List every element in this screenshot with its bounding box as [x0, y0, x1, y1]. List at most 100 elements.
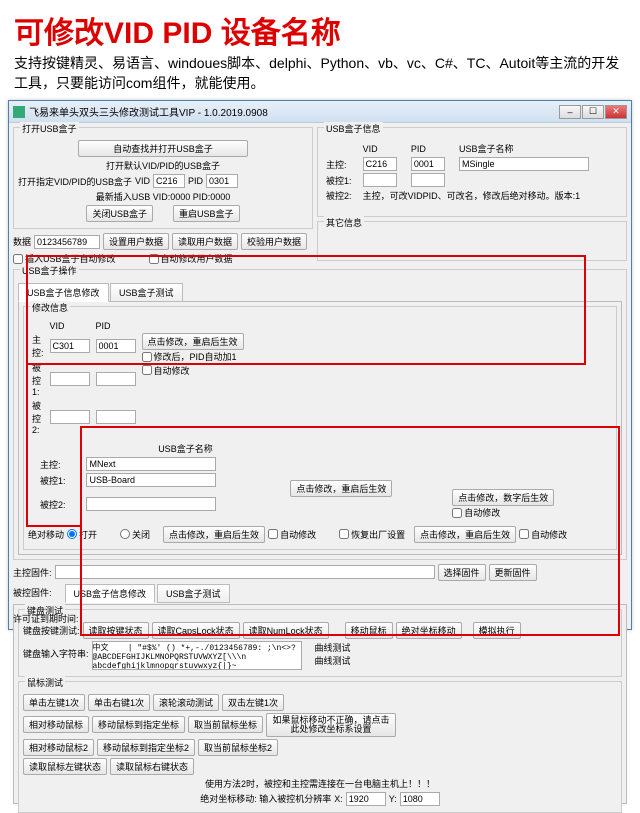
close-usb-button[interactable]: 关闭USB盒子 [86, 205, 153, 222]
tab-edit[interactable]: USB盒子信息修改 [18, 283, 109, 302]
auto-userdata-checkbox[interactable]: 自动修改用户数据 [149, 252, 233, 265]
window-title: 飞易来单头双头三头修改测试工具VIP - 1.0.2019.0908 [29, 104, 268, 119]
dclick-button[interactable]: 双击左键1次 [222, 694, 284, 711]
permit-label: 许可证到期时间: [13, 612, 79, 625]
auto2-checkbox[interactable]: 自动修改 [268, 528, 316, 541]
apply-button[interactable]: 点击修改，重启后生效 [142, 333, 244, 350]
edit-s1-name[interactable] [86, 473, 216, 487]
close-radio[interactable]: 关闭 [120, 528, 150, 541]
info-vid[interactable] [363, 157, 397, 171]
col-pid: PID [94, 321, 138, 331]
tab-test2[interactable]: USB盒子测试 [157, 584, 230, 603]
curve2-label: 曲线测试 [315, 656, 351, 666]
app-icon [13, 106, 25, 118]
info-name[interactable] [459, 157, 589, 171]
open-usb-group: 打开USB盒子 自动查找并打开USB盒子 打开默认VID/PID的USB盒子 打… [13, 127, 313, 229]
tab-edit2[interactable]: USB盒子信息修改 [65, 584, 156, 603]
check-userdata-button[interactable]: 校验用户数据 [241, 233, 307, 250]
edit-vid[interactable] [50, 339, 90, 353]
pid-auto-checkbox[interactable]: 修改后，PID自动加1 [142, 350, 237, 363]
subhead: 支持按键精灵、易语言、windoues脚本、delphi、Python、vb、v… [0, 54, 640, 99]
masterfw-input[interactable] [55, 565, 435, 579]
updfw-button[interactable]: 更新固件 [489, 564, 537, 581]
slave2-label: 被控2: [324, 189, 359, 202]
master-label: 主控: [324, 157, 359, 171]
col-name: USB盒子名称 [457, 142, 620, 155]
lclick-button[interactable]: 单击左键1次 [23, 694, 85, 711]
kb-input-label: 键盘输入字符串: [23, 647, 89, 660]
usenote-label: 使用方法2时，被控和主控需连接在一台电脑主机上！！！ [205, 777, 435, 790]
edit-s2-name[interactable] [86, 497, 216, 511]
absmovemouse-button[interactable]: 绝对坐标移动 [396, 622, 462, 639]
edit-s1-vid[interactable] [50, 372, 90, 386]
close-button[interactable]: ✕ [605, 105, 627, 119]
set-userdata-button[interactable]: 设置用户数据 [103, 233, 169, 250]
auto3-checkbox[interactable]: 自动修改 [519, 528, 567, 541]
x-input[interactable] [346, 792, 386, 806]
data-input[interactable] [34, 235, 100, 249]
info-s1-vid[interactable] [363, 173, 397, 187]
group-label: 鼠标测试 [25, 676, 65, 689]
pid-label: PID [188, 176, 203, 186]
callout-line [26, 525, 80, 527]
slave2-label: 被控2: [30, 399, 46, 435]
movemouse-button[interactable]: 移动鼠标 [345, 622, 393, 639]
wheel-button[interactable]: 滚轮滚动测试 [153, 694, 219, 711]
edit-name[interactable] [86, 457, 216, 471]
y-input[interactable] [400, 792, 440, 806]
apply4-button[interactable]: 点击修改，重启后生效 [414, 526, 516, 543]
info-s1-pid[interactable] [411, 173, 445, 187]
slave1-label: 被控1: [38, 473, 82, 487]
readkey-button[interactable]: 读取按键状态 [83, 622, 149, 639]
readmouse-button[interactable]: 读取鼠标左键状态 [23, 758, 107, 775]
edit-s2-vid[interactable] [50, 410, 90, 424]
edit-s2-pid[interactable] [96, 410, 136, 424]
selfw-button[interactable]: 选择固件 [438, 564, 486, 581]
keyboard-test-group: 键盘测试 键盘按键测试: 读取按键状态 读取CapsLock状态 读取NumLo… [18, 609, 622, 677]
tab-test[interactable]: USB盒子测试 [110, 283, 183, 302]
caps-button[interactable]: 读取CapsLock状态 [152, 622, 240, 639]
relmouse2-button[interactable]: 相对移动鼠标2 [23, 739, 94, 756]
absmove-label: 绝对移动 [28, 528, 64, 541]
master-label: 主控: [38, 457, 82, 471]
curpos-button[interactable]: 取当前鼠标坐标 [188, 716, 263, 733]
relmouse-button[interactable]: 相对移动鼠标 [23, 716, 89, 733]
group-label: USB盒子操作 [20, 264, 79, 277]
simexec-button[interactable]: 模拟执行 [473, 622, 521, 639]
readmouse2-button[interactable]: 读取鼠标右键状态 [110, 758, 194, 775]
edit-s1-pid[interactable] [96, 372, 136, 386]
masterfw-label: 主控固件: [13, 566, 52, 579]
apply3-button[interactable]: 点击修改，重启后生效 [163, 526, 265, 543]
mmfix-button[interactable]: 移动鼠标到指定坐标 [92, 716, 185, 733]
slave1-label: 被控1: [324, 173, 359, 187]
badnote-button[interactable]: 如果鼠标移动不正确，请点击此处修改坐标系设置 [266, 713, 396, 737]
open-default-label: 打开默认VID/PID的USB盒子 [106, 159, 220, 172]
autofind-button[interactable]: 自动查找并打开USB盒子 [78, 140, 248, 157]
reboot-usb-button[interactable]: 重启USB盒子 [173, 205, 240, 222]
curpos2-button[interactable]: 取当前鼠标坐标2 [198, 739, 278, 756]
mmfix2-button[interactable]: 移动鼠标到指定坐标2 [97, 739, 195, 756]
info-pid[interactable] [411, 157, 445, 171]
open-radio[interactable]: 打开 [67, 528, 97, 541]
rclick-button[interactable]: 单击右键1次 [88, 694, 150, 711]
kb-press-label: 键盘按键测试: [23, 624, 80, 637]
pid-input[interactable] [206, 174, 238, 188]
absres-label: 绝对坐标移动: 输入被控机分辨率 [200, 792, 331, 805]
automod-checkbox[interactable]: 自动修改 [452, 506, 500, 519]
vid-input[interactable] [153, 174, 185, 188]
kb-textarea[interactable]: 中文 | "#$%' () *+,-./0123456789: ;\n<>?@A… [92, 641, 302, 670]
auto-checkbox[interactable]: 自动修改 [142, 364, 190, 377]
maximize-button[interactable]: ☐ [582, 105, 604, 119]
open-custom-label: 打开指定VID/PID的USB盒子 [18, 175, 132, 188]
col-name: USB盒子名称 [84, 442, 286, 455]
minimize-button[interactable]: – [559, 105, 581, 119]
applynum-button[interactable]: 点击修改，数字后生效 [452, 489, 554, 506]
edit-pid[interactable] [96, 339, 136, 353]
mouse-test-group: 鼠标测试 单击左键1次 单击右键1次 滚轮滚动测试 双击左键1次 相对移动鼠标 … [18, 681, 622, 813]
apply2-button[interactable]: 点击修改，重启后生效 [290, 480, 392, 497]
num-button[interactable]: 读取NumLock状态 [243, 622, 329, 639]
other-info-group: 其它信息 [317, 221, 627, 261]
factory-checkbox[interactable]: 恢复出厂设置 [339, 528, 405, 541]
titlebar: 飞易来单头双头三头修改测试工具VIP - 1.0.2019.0908 – ☐ ✕ [9, 101, 631, 123]
read-userdata-button[interactable]: 读取用户数据 [172, 233, 238, 250]
